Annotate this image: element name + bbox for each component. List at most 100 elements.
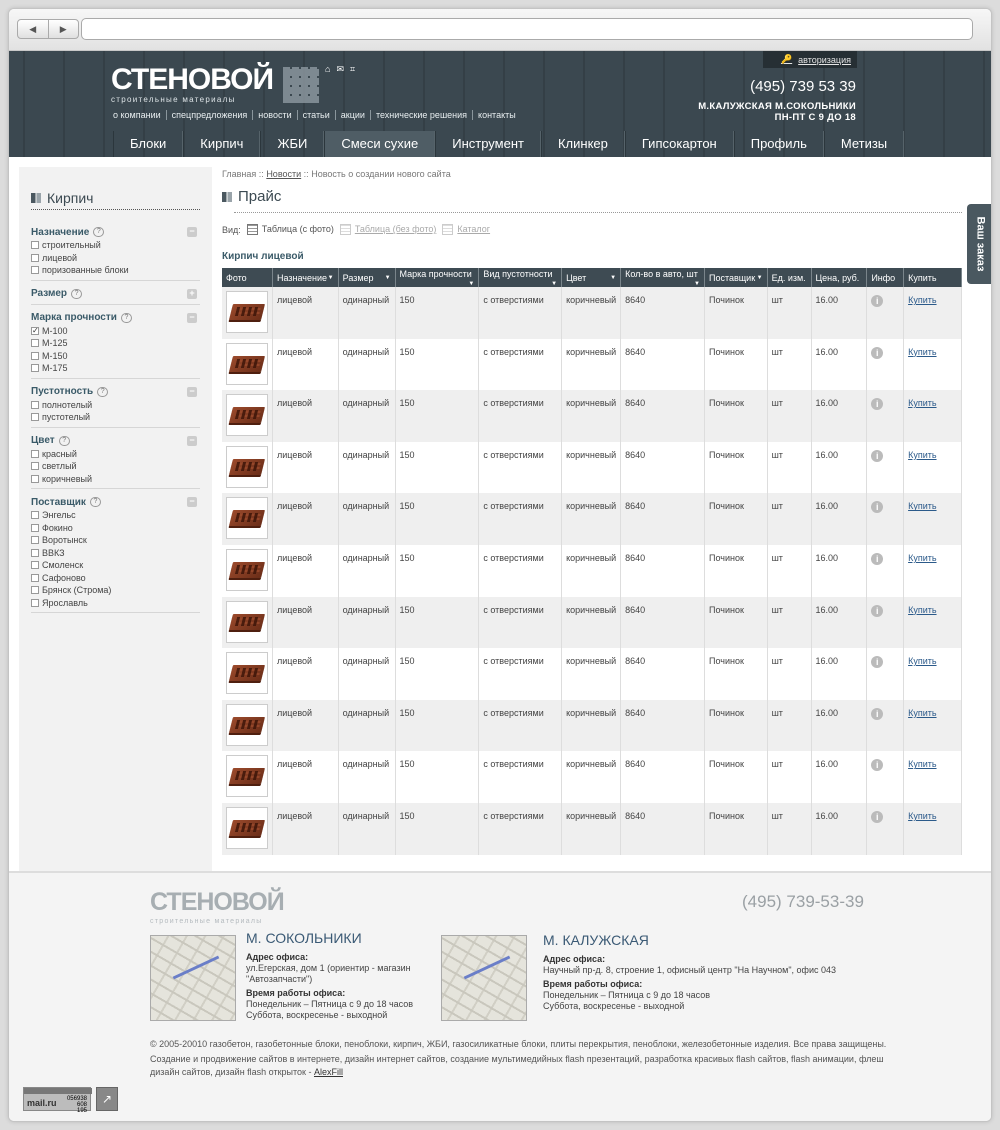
buy-link[interactable]: Купить xyxy=(908,398,936,408)
checkbox[interactable] xyxy=(31,548,39,557)
top-menu-item[interactable]: о компании xyxy=(113,110,167,120)
checkbox[interactable] xyxy=(31,511,39,520)
info-icon[interactable]: i xyxy=(871,810,884,823)
footer-logo[interactable]: СТЕНОВОЙ строительные материалы xyxy=(150,887,322,927)
info-icon[interactable]: i xyxy=(871,656,884,669)
info-icon[interactable]: i xyxy=(871,552,884,565)
collapse-icon[interactable]: − xyxy=(187,386,197,397)
order-tab[interactable]: Ваш заказ xyxy=(967,204,991,284)
checkbox[interactable] xyxy=(31,536,39,545)
column-header[interactable]: Цвет ▼ xyxy=(561,268,622,287)
view-table-nophoto[interactable]: Таблица (без фото) xyxy=(339,224,436,236)
filter-option[interactable]: лицевой xyxy=(31,252,200,265)
brick-photo[interactable] xyxy=(226,806,268,849)
nav-item[interactable]: Блоки xyxy=(113,131,184,157)
checkbox[interactable] xyxy=(31,474,39,483)
buy-link[interactable]: Купить xyxy=(908,708,936,718)
top-menu-item[interactable]: спецпредложения xyxy=(167,110,254,120)
checkbox[interactable] xyxy=(31,413,39,422)
map-kaluzhskaya[interactable] xyxy=(441,935,527,1021)
info-icon[interactable]: i xyxy=(871,346,884,359)
buy-link[interactable]: Купить xyxy=(908,811,936,821)
arrow-icon[interactable]: ↗ xyxy=(96,1087,118,1111)
buy-link[interactable]: Купить xyxy=(908,347,936,357)
checkbox[interactable] xyxy=(31,586,39,595)
credits-link[interactable]: AlexFill xyxy=(314,1067,343,1077)
checkbox[interactable] xyxy=(31,241,39,250)
checkbox[interactable] xyxy=(31,364,39,373)
info-icon[interactable]: i xyxy=(871,501,884,514)
collapse-icon[interactable]: − xyxy=(187,312,197,323)
checkbox[interactable] xyxy=(31,523,39,532)
filter-title[interactable]: Пустотность? − xyxy=(31,385,200,399)
filter-option[interactable]: пустотелый xyxy=(31,411,200,424)
column-header[interactable]: Размер ▼ xyxy=(338,268,396,287)
breadcrumb-news[interactable]: Новости xyxy=(266,169,301,179)
nav-item[interactable]: Смеси сухие xyxy=(324,131,436,157)
brick-photo[interactable] xyxy=(226,703,268,746)
info-icon[interactable]: i xyxy=(871,295,884,307)
sort-arrow-icon[interactable]: ▼ xyxy=(694,281,700,287)
brick-photo[interactable] xyxy=(226,291,268,333)
sort-arrow-icon[interactable]: ▼ xyxy=(328,275,334,281)
view-catalog[interactable]: Каталог xyxy=(442,224,490,236)
filter-option[interactable]: светлый xyxy=(31,460,200,473)
buy-link[interactable]: Купить xyxy=(908,501,936,511)
brick-photo[interactable] xyxy=(226,445,268,488)
checkbox[interactable] xyxy=(31,351,39,360)
column-header[interactable]: Назначение ▼ xyxy=(272,268,339,287)
filter-option[interactable]: Брянск (Строма) xyxy=(31,584,200,597)
mailru-counter[interactable]: mail.ru 056938 608 195 xyxy=(23,1087,92,1114)
checkbox[interactable] xyxy=(31,449,39,458)
filter-option[interactable]: строительный xyxy=(31,239,200,252)
column-header[interactable]: Поставщик ▼ xyxy=(704,268,768,287)
map-sokolniki[interactable] xyxy=(150,935,236,1021)
nav-item[interactable]: ЖБИ xyxy=(260,131,325,157)
filter-title[interactable]: Цвет? − xyxy=(31,434,200,448)
breadcrumb-home[interactable]: Главная xyxy=(222,169,256,179)
buy-link[interactable]: Купить xyxy=(908,450,936,460)
nav-item[interactable]: Инструмент xyxy=(435,131,541,157)
back-button[interactable]: ◀ xyxy=(18,20,49,38)
brick-photo[interactable] xyxy=(226,600,268,643)
help-icon[interactable]: ? xyxy=(120,312,132,323)
top-menu-item[interactable]: технические решения xyxy=(371,110,474,120)
sort-arrow-icon[interactable]: ▼ xyxy=(610,275,616,281)
brick-photo[interactable] xyxy=(226,497,268,540)
site-logo[interactable]: СТЕНОВОЙ строительные материалы xyxy=(111,65,319,105)
sort-arrow-icon[interactable]: ▼ xyxy=(551,281,557,287)
filter-option[interactable]: Смоленск xyxy=(31,559,200,572)
view-table-photo[interactable]: Таблица (с фото) xyxy=(246,224,334,236)
checkbox[interactable]: ✓ xyxy=(31,326,39,335)
brick-photo[interactable] xyxy=(226,394,268,437)
filter-option[interactable]: коричневый xyxy=(31,473,200,486)
help-icon[interactable]: ? xyxy=(93,227,105,237)
column-header[interactable]: Кол-во в авто, шт ▼ xyxy=(620,268,705,287)
top-menu-item[interactable]: статьи xyxy=(298,110,336,120)
collapse-icon[interactable]: − xyxy=(187,435,197,446)
collapse-icon[interactable]: − xyxy=(187,227,197,237)
brick-photo[interactable] xyxy=(226,652,268,695)
top-menu-item[interactable]: новости xyxy=(253,110,298,120)
filter-title[interactable]: Назначение? − xyxy=(31,225,200,239)
filter-option[interactable]: полнотелый xyxy=(31,399,200,412)
nav-item[interactable]: Кирпич xyxy=(183,131,261,157)
checkbox[interactable] xyxy=(31,598,39,607)
top-menu-item[interactable]: контакты xyxy=(473,110,521,120)
filter-title[interactable]: Размер? + xyxy=(31,287,200,301)
address-bar[interactable] xyxy=(81,18,973,40)
sort-arrow-icon[interactable]: ▼ xyxy=(757,275,763,281)
brick-photo[interactable] xyxy=(226,342,268,385)
filter-option[interactable]: Энгельс xyxy=(31,509,200,522)
filter-option[interactable]: красный xyxy=(31,448,200,461)
help-icon[interactable]: ? xyxy=(89,497,101,507)
checkbox[interactable] xyxy=(31,462,39,471)
collapse-icon[interactable]: − xyxy=(187,497,197,507)
brick-photo[interactable] xyxy=(226,548,268,591)
info-icon[interactable]: i xyxy=(871,604,884,617)
filter-option[interactable]: ВВКЗ xyxy=(31,547,200,560)
buy-link[interactable]: Купить xyxy=(908,295,936,305)
top-menu-item[interactable]: акции xyxy=(336,110,371,120)
buy-link[interactable]: Купить xyxy=(908,759,936,769)
forward-button[interactable]: ▶ xyxy=(49,20,79,38)
